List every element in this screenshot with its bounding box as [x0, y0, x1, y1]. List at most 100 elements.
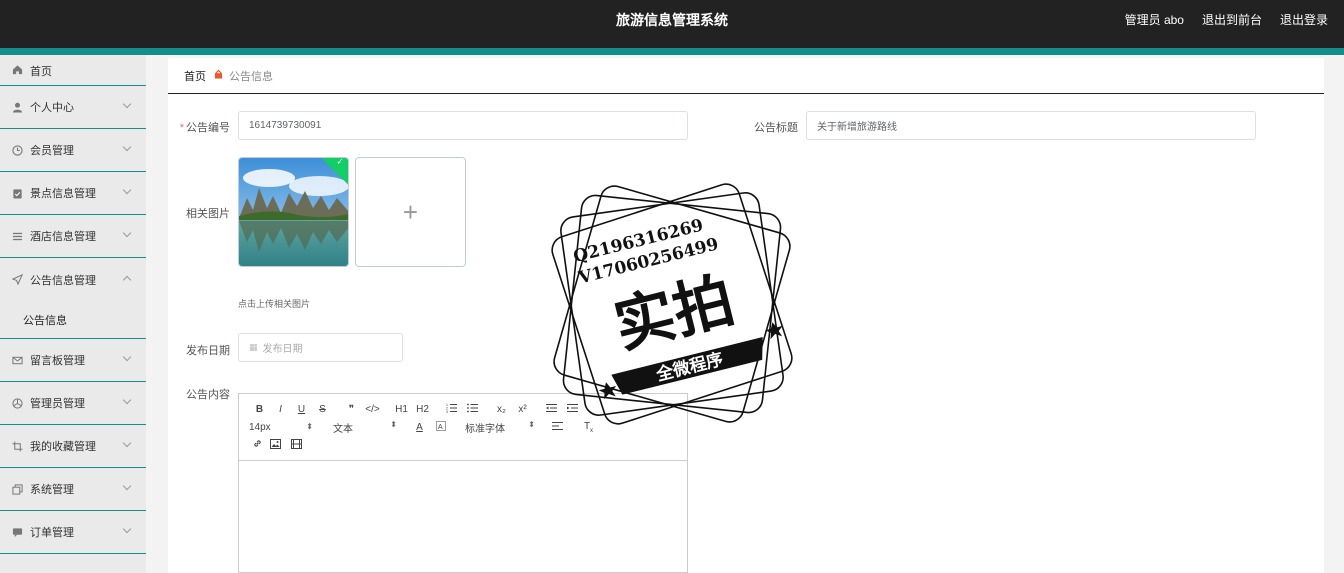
sidebar-item-scenic-management[interactable]: 景点信息管理 — [0, 172, 146, 215]
clear-format-icon[interactable]: Tx — [578, 421, 599, 434]
sidebar-item-label: 管理员管理 — [30, 398, 85, 410]
required-marker: * — [179, 122, 184, 134]
calendar-icon: ▦ — [249, 342, 258, 352]
user-icon — [11, 101, 24, 114]
superscript-button[interactable]: x² — [512, 404, 533, 415]
rich-text-editor: B I U S ❞ </> H1 H2 123 x₂ x² 14px ⬍ 文本 … — [238, 393, 688, 573]
chevron-up-icon — [122, 275, 132, 285]
chevron-down-icon — [122, 481, 132, 491]
sidebar-item-personal-center[interactable]: 个人中心 — [0, 86, 146, 129]
landscape-image — [239, 158, 348, 266]
sidebar-item-label: 系统管理 — [30, 484, 74, 496]
sidebar-item-admin-management[interactable]: 管理员管理 — [0, 382, 146, 425]
sidebar-item-label: 首页 — [30, 66, 52, 78]
ordered-list-icon[interactable]: 123 — [441, 403, 462, 416]
aperture-icon — [11, 397, 24, 410]
header-actions: 管理员 abo 退出到前台 退出登录 — [1125, 0, 1328, 40]
top-bar: 旅游信息管理系统 管理员 abo 退出到前台 退出登录 — [0, 0, 1344, 48]
content-label: 公告内容 — [186, 389, 230, 401]
svg-text:3: 3 — [446, 410, 448, 413]
sidebar-item-label: 会员管理 — [30, 145, 74, 157]
back-to-front-link[interactable]: 退出到前台 — [1202, 0, 1262, 40]
image-label: 相关图片 — [186, 208, 230, 220]
editor-content-area[interactable] — [239, 461, 687, 573]
bullet-list-icon[interactable] — [462, 403, 483, 416]
bold-button[interactable]: B — [249, 404, 270, 415]
breadcrumb-home[interactable]: 首页 — [184, 68, 206, 84]
copy-icon — [11, 483, 24, 496]
h1-button[interactable]: H1 — [391, 404, 412, 415]
chevron-down-icon — [122, 438, 132, 448]
sidebar-item-label: 个人中心 — [30, 102, 74, 114]
accent-divider — [0, 48, 1344, 55]
chevron-down-icon — [122, 395, 132, 405]
link-icon[interactable] — [249, 438, 265, 452]
sidebar-item-message-board[interactable]: 留言板管理 — [0, 339, 146, 382]
outdent-icon[interactable] — [541, 403, 562, 416]
h2-button[interactable]: H2 — [412, 404, 433, 415]
notice-form: *公告编号 1614739730091 公告标题 关于新增旅游路线 相关图片 — [168, 102, 1324, 573]
subscript-button[interactable]: x₂ — [491, 404, 512, 415]
strike-button[interactable]: S — [312, 404, 333, 415]
admin-user-label[interactable]: 管理员 abo — [1125, 0, 1184, 40]
indent-icon[interactable] — [562, 403, 583, 416]
sidebar-item-favorites-management[interactable]: 我的收藏管理 — [0, 425, 146, 468]
notice-no-field[interactable]: 1614739730091 — [238, 111, 688, 140]
chevron-down-icon — [122, 524, 132, 534]
sidebar-item-member-management[interactable]: 会员管理 — [0, 129, 146, 172]
sidebar-item-label: 订单管理 — [30, 527, 74, 539]
text-type-select[interactable]: 文本 ⬍ — [333, 420, 397, 435]
sidebar: 首页 个人中心 会员管理 景点信息管理 酒店信息管理 公告信息管理 公告信息 留… — [0, 55, 146, 573]
notice-title-field[interactable]: 关于新增旅游路线 — [806, 111, 1256, 140]
image-insert-icon[interactable] — [265, 438, 286, 452]
sidebar-item-label: 我的收藏管理 — [30, 441, 96, 453]
notice-title-label: 公告标题 — [754, 122, 798, 134]
sidebar-item-order-management[interactable]: 订单管理 — [0, 511, 146, 554]
upload-tip: 点击上传相关图片 — [238, 299, 311, 309]
date-label: 发布日期 — [186, 345, 230, 357]
sidebar-item-notice-management[interactable]: 公告信息管理 — [0, 258, 146, 301]
chevron-down-icon — [122, 99, 132, 109]
sidebar-item-label: 留言板管理 — [30, 355, 85, 367]
upload-add-button[interactable]: + — [355, 157, 466, 267]
crop-icon — [11, 440, 24, 453]
uploaded-image-thumbnail[interactable]: ✓ — [238, 157, 349, 267]
blockquote-button[interactable]: ❞ — [341, 404, 362, 415]
svg-text:A: A — [438, 424, 443, 431]
logout-link[interactable]: 退出登录 — [1280, 0, 1328, 40]
sidebar-item-label: 公告信息管理 — [30, 274, 96, 287]
publish-date-picker[interactable]: ▦ 发布日期 — [238, 333, 403, 362]
main-panel: 首页 公告信息 * 公告编号 1614739730091 公告标题 关于新增旅游路… — [168, 58, 1324, 573]
sidebar-item-hotel-management[interactable]: 酒店信息管理 — [0, 215, 146, 258]
home-icon — [11, 63, 24, 76]
background-color-icon[interactable]: A — [430, 420, 451, 434]
breadcrumb: 首页 公告信息 — [168, 58, 1324, 94]
notice-no-label: * 公告编号 — [179, 122, 230, 134]
chevron-down-icon — [122, 228, 132, 238]
send-icon — [11, 273, 24, 286]
sidebar-item-label: 酒店信息管理 — [30, 231, 96, 243]
chevron-down-icon — [122, 185, 132, 195]
font-size-select[interactable]: 14px ⬍ — [249, 422, 313, 433]
sidebar-item-label: 景点信息管理 — [30, 188, 96, 200]
sidebar-item-home[interactable]: 首页 — [0, 55, 146, 86]
breadcrumb-separator-icon — [214, 69, 223, 82]
chat-icon — [11, 526, 24, 539]
mail-icon — [11, 354, 24, 367]
font-family-select[interactable]: 标准字体 ⬍ — [465, 420, 535, 435]
underline-button[interactable]: U — [291, 404, 312, 415]
chevron-down-icon — [122, 352, 132, 362]
clipboard-icon — [11, 187, 24, 200]
video-insert-icon[interactable] — [286, 438, 307, 452]
chevron-down-icon — [122, 142, 132, 152]
italic-button[interactable]: I — [270, 404, 291, 415]
font-color-icon[interactable]: A — [409, 422, 430, 433]
sidebar-subitem-notice-info[interactable]: 公告信息 — [0, 301, 146, 339]
editor-toolbar: B I U S ❞ </> H1 H2 123 x₂ x² 14px ⬍ 文本 … — [239, 394, 687, 461]
code-block-button[interactable]: </> — [362, 404, 383, 415]
breadcrumb-current: 公告信息 — [229, 70, 273, 83]
align-left-icon[interactable] — [547, 421, 568, 434]
sidebar-item-system-management[interactable]: 系统管理 — [0, 468, 146, 511]
clock-icon — [11, 144, 24, 157]
list-icon — [11, 230, 24, 243]
